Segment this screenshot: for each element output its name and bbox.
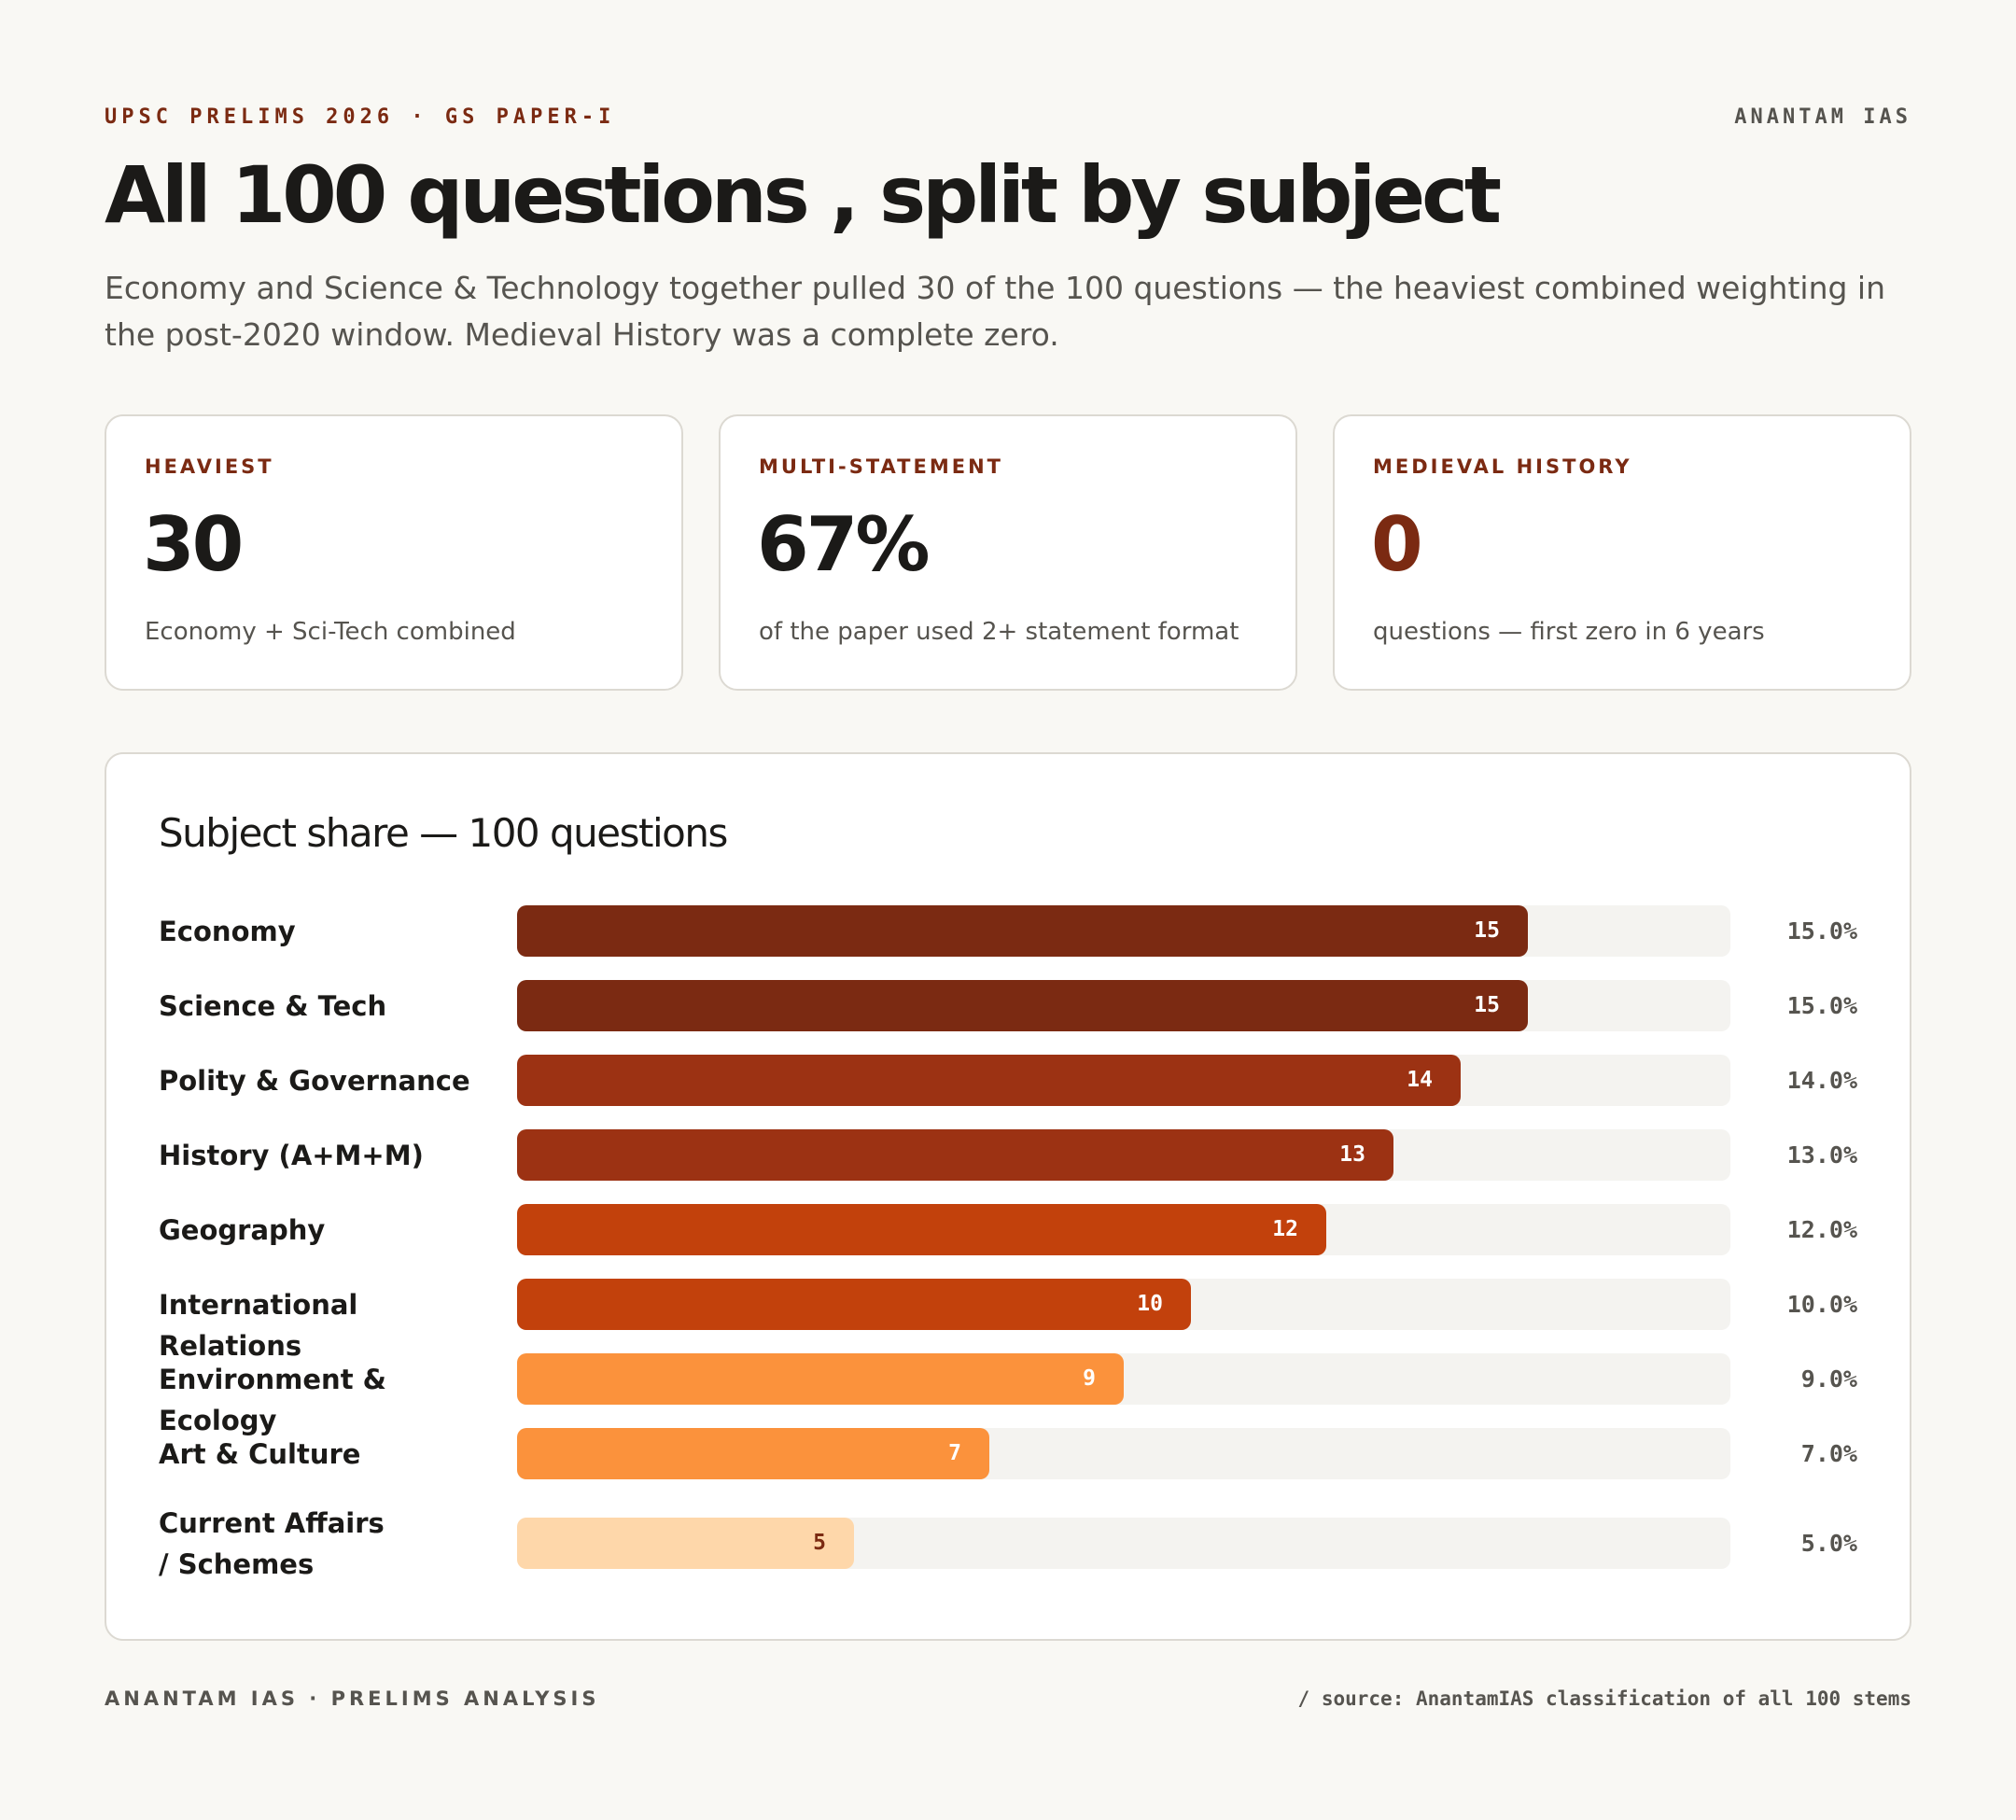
stat-card-multi-statement: MULTI-STATEMENT 67% of the paper used 2+…: [719, 414, 1297, 691]
stat-note: questions — first zero in 6 years: [1373, 618, 1765, 646]
bar-category-label: Polity & Governance: [159, 1065, 470, 1097]
bar-track: 14: [517, 1055, 1730, 1106]
bar-track: 15: [517, 980, 1730, 1031]
bar-track: 15: [517, 905, 1730, 957]
bar-track: 13: [517, 1129, 1730, 1181]
bar-category-label: Art & Culture: [159, 1438, 361, 1470]
bar-value-label: 10: [1137, 1292, 1163, 1316]
bar-category-label: Current Affairs / Schemes: [159, 1507, 385, 1580]
stat-note: of the paper used 2+ statement format: [759, 618, 1239, 646]
bar-percent-label: 15.0%: [1786, 917, 1857, 945]
stat-card-heaviest: HEAVIEST 30 Economy + Sci-Tech combined: [105, 414, 683, 691]
chart-card: Subject share — 100 questions Economy 15 1…: [105, 752, 1911, 1641]
bar-percent-label: 9.0%: [1800, 1365, 1857, 1393]
brand-label: ANANTAM IAS: [1734, 105, 1911, 129]
stat-card-medieval-history: MEDIEVAL HISTORY 0 questions — first zer…: [1333, 414, 1911, 691]
bar-track: 7: [517, 1428, 1730, 1479]
bar-percent-label: 12.0%: [1786, 1216, 1857, 1243]
bar-track: 10: [517, 1279, 1730, 1330]
bar-percent-label: 10.0%: [1786, 1291, 1857, 1318]
bar-percent-label: 13.0%: [1786, 1141, 1857, 1169]
stat-label: MEDIEVAL HISTORY: [1373, 455, 1632, 478]
bar-percent-label: 7.0%: [1800, 1440, 1857, 1467]
bar-track: 9: [517, 1353, 1730, 1405]
bar-value-label: 14: [1407, 1068, 1433, 1092]
stat-label: MULTI-STATEMENT: [759, 455, 1003, 478]
bar-category-label: Economy: [159, 916, 296, 947]
bar-percent-label: 5.0%: [1800, 1530, 1857, 1557]
bar-category-label: International Relations: [159, 1289, 358, 1362]
page-subtitle: Economy and Science & Technology togethe…: [105, 270, 1886, 353]
bar-value-label: 12: [1272, 1217, 1298, 1241]
eyebrow: UPSC PRELIMS 2026 · GS PAPER-I: [105, 105, 616, 129]
footer-credit: ANANTAM IAS · PRELIMS ANALYSIS: [105, 1687, 600, 1710]
bar-value-label: 5: [813, 1531, 826, 1555]
bar-value-label: 7: [948, 1441, 961, 1465]
bar-value-label: 13: [1339, 1142, 1365, 1167]
bar-value-label: 15: [1474, 918, 1500, 943]
footer-source: / source: AnantamIAS classification of a…: [1297, 1687, 1911, 1710]
bar-track: 5: [517, 1518, 1730, 1569]
bar-percent-label: 14.0%: [1786, 1067, 1857, 1094]
bar-percent-label: 15.0%: [1786, 992, 1857, 1019]
stat-value: 30: [143, 501, 244, 588]
stat-value: 67%: [757, 501, 930, 588]
bar-category-label: History (A+M+M): [159, 1140, 424, 1171]
page-title: All 100 questions , split by subject: [105, 149, 1502, 241]
bar-value-label: 15: [1474, 993, 1500, 1017]
bar-chart: Economy 15 15.0% Science & Tech 15 15.0% Polit…: [106, 754, 1910, 1639]
bar-value-label: 9: [1083, 1366, 1096, 1391]
stat-note: Economy + Sci-Tech combined: [145, 618, 516, 646]
bar-track: 12: [517, 1204, 1730, 1255]
stat-label: HEAVIEST: [145, 455, 274, 478]
bar-category-label: Science & Tech: [159, 990, 387, 1022]
infographic: UPSC PRELIMS 2026 · GS PAPER-I ANANTAM I…: [105, 0, 1911, 1820]
bar-category-label: Environment & Ecology: [159, 1364, 386, 1436]
bar-category-label: Geography: [159, 1214, 326, 1246]
stat-value: 0: [1371, 501, 1423, 588]
